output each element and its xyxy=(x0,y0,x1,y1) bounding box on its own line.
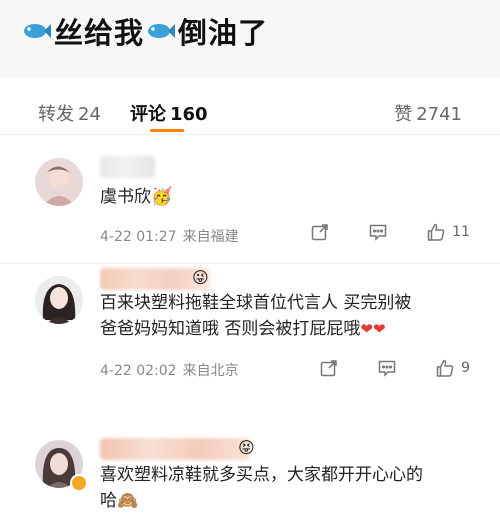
comment-meta: 4-22 01:27 来自福建 xyxy=(100,226,239,246)
tab-likes[interactable]: 赞 2741 xyxy=(394,100,462,126)
comment-text-content: 虞书欣 xyxy=(100,187,151,207)
comment-text-line: 喜欢塑料凉鞋就多买点，大家都开开心心的 xyxy=(100,465,423,485)
comment-text: 喜欢塑料凉鞋就多买点，大家都开开心心的 哈🙈 xyxy=(100,462,480,514)
verified-badge-icon xyxy=(70,474,88,492)
comment-emoji: 🙈 xyxy=(117,491,139,511)
comment-meta: 4-22 02:02 来自北京 xyxy=(100,360,239,380)
share-icon[interactable] xyxy=(319,358,339,378)
comment-location: 来自福建 xyxy=(182,229,239,245)
comment-location: 来自北京 xyxy=(182,363,239,379)
comment-icon[interactable] xyxy=(377,358,397,378)
heart-emoji: ❤❤ xyxy=(360,320,386,338)
fish-icon xyxy=(24,24,51,38)
comment-text-line: 百来块塑料拖鞋全球首位代言人 买完别被 xyxy=(100,293,412,313)
comment-text-line: 哈 xyxy=(100,491,117,511)
comment-actions: 9 xyxy=(319,358,470,378)
comment-text: 百来块塑料拖鞋全球首位代言人 买完别被 爸爸妈妈知道哦 否则会被打屁屁哦❤❤ xyxy=(100,290,480,342)
comment-date: 4-22 01:27 xyxy=(100,229,177,245)
tab-bar: 转发 24 评论 160 赞 2741 xyxy=(0,88,500,135)
blurred-username[interactable] xyxy=(100,438,250,460)
thumbs-up-icon[interactable] xyxy=(426,222,446,242)
avatar[interactable] xyxy=(35,158,83,206)
fish-icon xyxy=(148,24,176,38)
thumbs-up-icon[interactable] xyxy=(435,358,455,378)
tab-comments-count: 160 xyxy=(170,104,208,125)
comment-item: 😜 百来块塑料拖鞋全球首位代言人 买完别被 爸爸妈妈知道哦 否则会被打屁屁哦❤❤… xyxy=(0,263,500,384)
tab-likes-count: 2741 xyxy=(416,104,462,125)
blurred-username[interactable] xyxy=(100,156,155,178)
like-count: 9 xyxy=(461,360,470,376)
tab-repost[interactable]: 转发 24 xyxy=(38,100,101,126)
like-count: 11 xyxy=(452,224,470,240)
comment-actions: 11 xyxy=(310,222,470,242)
share-icon[interactable] xyxy=(310,222,330,242)
tab-comments-label: 评论 xyxy=(130,104,166,125)
avatar[interactable] xyxy=(35,276,83,324)
post-title: 丝给我 倒油了 xyxy=(22,10,268,52)
username-emoji: 😜 xyxy=(192,268,209,287)
comment-text: 虞书欣🥳 xyxy=(100,184,480,210)
tab-repost-label: 转发 xyxy=(38,104,74,125)
comment-icon[interactable] xyxy=(368,222,388,242)
comment-date: 4-22 02:02 xyxy=(100,363,177,379)
post-title-part2: 倒油了 xyxy=(178,16,269,50)
comment-item: 😝 喜欢塑料凉鞋就多买点，大家都开开心心的 哈🙈 xyxy=(0,430,500,525)
tab-comments[interactable]: 评论 160 xyxy=(130,100,208,126)
comment-item: 虞书欣🥳 4-22 01:27 来自福建 11 xyxy=(0,150,500,262)
active-tab-indicator xyxy=(150,129,184,132)
post-title-part1: 丝给我 xyxy=(54,16,145,50)
tab-repost-count: 24 xyxy=(78,104,101,125)
tab-likes-label: 赞 xyxy=(394,104,413,125)
comment-text-line: 爸爸妈妈知道哦 否则会被打屁屁哦 xyxy=(100,319,361,339)
post-header: 丝给我 倒油了 xyxy=(0,0,500,78)
username-emoji: 😝 xyxy=(238,438,255,457)
comment-emoji: 🥳 xyxy=(151,187,173,207)
